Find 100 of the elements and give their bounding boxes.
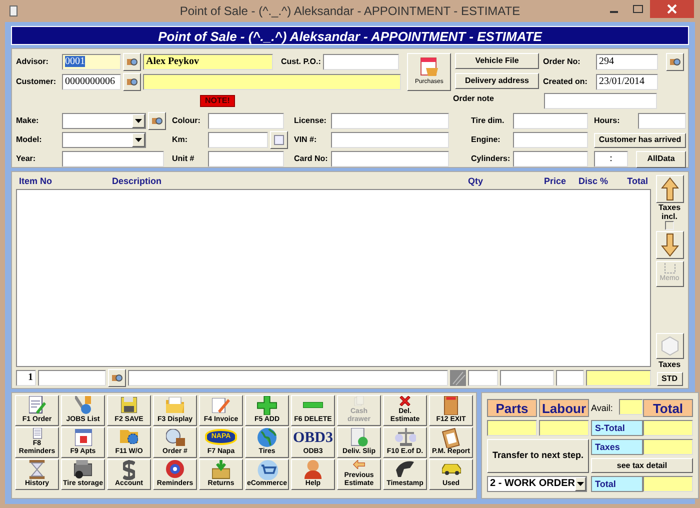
close-icon[interactable]: [650, 0, 694, 18]
lookup-button[interactable]: [123, 73, 141, 91]
magnifier-icon: [669, 57, 681, 67]
avail-label: Avail:: [591, 402, 614, 415]
grand-total-label: Total: [591, 476, 643, 492]
field-label: Order note: [453, 93, 495, 105]
column-header: Disc %: [577, 175, 608, 187]
dropdown[interactable]: [62, 113, 146, 129]
subtotal-label: S-Total: [591, 420, 643, 436]
input-field[interactable]: [331, 113, 449, 129]
field-label: Created on:: [543, 76, 588, 88]
customer-name-field[interactable]: [143, 74, 401, 90]
advisor-code-field[interactable]: 0001: [62, 54, 121, 70]
input-field[interactable]: [208, 132, 268, 148]
transfer-button[interactable]: Transfer to next step.: [487, 439, 589, 473]
alldata-button[interactable]: AllData: [636, 150, 686, 168]
field-label: Cylinders:: [471, 153, 511, 165]
input-field[interactable]: [331, 132, 449, 148]
customer-code-field[interactable]: 0000000006: [62, 74, 121, 90]
caret-icon: [135, 119, 142, 123]
box-arrow-icon: [212, 460, 230, 478]
price-field[interactable]: [500, 370, 554, 386]
app-icon: [9, 5, 18, 17]
person-icon: [304, 460, 322, 479]
down-arrow-icon: [660, 233, 678, 257]
labour-header: Labour: [539, 399, 589, 417]
input-field[interactable]: [513, 113, 588, 129]
clipboard-icon: [441, 428, 461, 448]
document-icon: [28, 396, 46, 414]
hexagon-button[interactable]: [656, 333, 684, 359]
advisor-name-field[interactable]: Alex Peykov: [143, 54, 273, 70]
cart-icon: [256, 460, 278, 480]
item-number-field[interactable]: [38, 370, 106, 386]
header-title: Point of Sale - (^._.^) Aleksandar - APPOINTMENT - ESTIMATE: [11, 26, 689, 45]
document-globe-icon: [350, 428, 368, 446]
step-dropdown[interactable]: 2 - WORK ORDER: [487, 476, 587, 492]
calendar-button[interactable]: [270, 131, 288, 149]
input-field[interactable]: [638, 113, 686, 129]
obd-logo: OBD3: [292, 430, 333, 446]
column-header: Price: [542, 175, 566, 187]
calendar-icon: [74, 428, 92, 446]
field-label: Order No:: [543, 56, 582, 68]
taxes-field: [643, 439, 693, 455]
taxes-total-label: Taxes: [591, 439, 643, 455]
taxes-included-checkbox[interactable]: [665, 221, 674, 230]
input-field[interactable]: [208, 113, 284, 129]
window-title: Point of Sale - (^._.^) Aleksandar - APPOINTMENT - ESTIMATE: [180, 3, 520, 20]
note-icon: [664, 262, 676, 274]
input-field[interactable]: [513, 132, 588, 148]
note-badge: NOTE!: [200, 95, 235, 107]
lookup-button[interactable]: [108, 368, 126, 386]
grand-total-field: [643, 476, 693, 492]
cust-po-field[interactable]: [323, 54, 399, 70]
arrived-button[interactable]: Customer has arrived: [594, 132, 686, 148]
column-header: Item No: [19, 175, 54, 187]
lookup-button[interactable]: [148, 112, 166, 130]
lookup-button[interactable]: [123, 53, 141, 71]
magnifier-icon: [126, 57, 138, 67]
delivery-address-button[interactable]: Delivery address: [455, 73, 539, 89]
order-note-field[interactable]: [544, 93, 657, 109]
gear-folder-icon: [120, 430, 138, 444]
down-arrow-button[interactable]: [656, 231, 684, 259]
scale-icon: [394, 428, 416, 446]
field-label: Colour:: [172, 115, 202, 127]
magnifier-icon: [166, 428, 184, 446]
discount-field[interactable]: [556, 370, 584, 386]
total-field[interactable]: [586, 370, 651, 386]
time-field[interactable]: :: [594, 151, 628, 167]
created-on-field[interactable]: 23/01/2014: [596, 74, 658, 90]
lookup-button[interactable]: [666, 53, 684, 71]
order-number-field[interactable]: 294: [596, 54, 658, 70]
vehicle-file-button[interactable]: Vehicle File: [455, 53, 539, 69]
line-number[interactable]: 1: [16, 370, 36, 386]
input-field[interactable]: [513, 151, 588, 167]
taxes-included-label: Taxes incl.: [657, 203, 682, 221]
taxes-label: Taxes: [658, 359, 681, 371]
field-label: Model:: [16, 134, 43, 146]
calendar-icon: [274, 135, 284, 145]
input-field[interactable]: [331, 151, 449, 167]
input-field[interactable]: [62, 151, 164, 167]
avail-field: [619, 399, 643, 415]
tax-detail-button[interactable]: see tax detail: [591, 458, 693, 473]
std-button[interactable]: STD: [656, 372, 682, 386]
field-label: Engine:: [471, 134, 502, 146]
caret-icon: [577, 482, 584, 486]
up-arrow-button[interactable]: [656, 175, 684, 203]
field-label: Unit #: [172, 153, 196, 165]
labour-field: [539, 420, 589, 436]
plus-icon: [257, 396, 277, 415]
column-header: Total: [626, 175, 648, 187]
field-label: Cust. P.O.:: [280, 56, 321, 68]
field-label: Make:: [16, 115, 40, 127]
caret-icon: [135, 138, 142, 142]
field-label: Advisor:: [16, 56, 50, 68]
dropdown[interactable]: [62, 132, 146, 148]
input-field[interactable]: [208, 151, 284, 167]
field-label: Km:: [172, 134, 189, 146]
quantity-field[interactable]: [468, 370, 498, 386]
field-label: Year:: [16, 153, 37, 165]
description-field[interactable]: [128, 370, 448, 386]
